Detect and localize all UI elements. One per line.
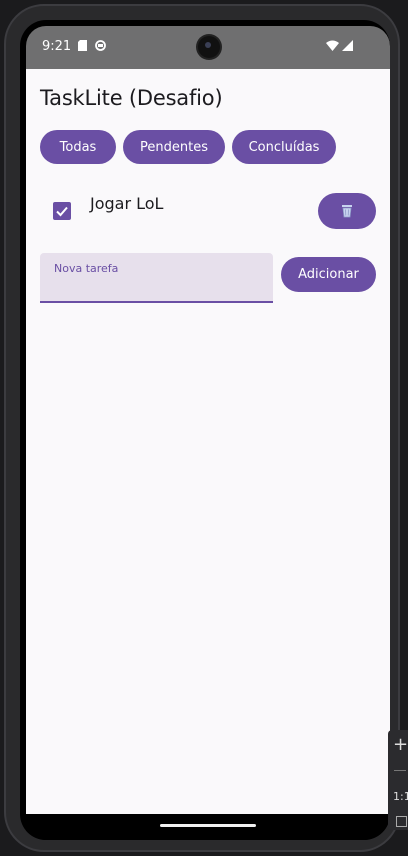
wifi-icon bbox=[326, 40, 339, 51]
check-icon bbox=[56, 206, 68, 217]
new-task-label: Nova tarefa bbox=[54, 262, 119, 275]
delete-task-button[interactable] bbox=[318, 193, 376, 229]
new-task-field[interactable]: Nova tarefa bbox=[40, 253, 273, 303]
sd-card-icon bbox=[78, 40, 87, 51]
task-row: Jogar LoL bbox=[40, 189, 376, 239]
filter-pending-button[interactable]: Pendentes bbox=[123, 130, 225, 164]
circle-status-icon bbox=[95, 40, 106, 51]
front-camera bbox=[198, 36, 220, 58]
app-screen: TaskLite (Desafio) Todas Pendentes Concl… bbox=[26, 69, 390, 814]
task-title: Jogar LoL bbox=[90, 194, 164, 213]
phone-bezel: 9:21 TaskLite (Desafio) Todas Pendentes … bbox=[20, 20, 390, 840]
fit-screen-icon[interactable] bbox=[396, 816, 407, 827]
add-task-button[interactable]: Adicionar bbox=[281, 257, 376, 292]
filter-all-button[interactable]: Todas bbox=[40, 130, 116, 164]
new-task-input[interactable] bbox=[54, 277, 258, 299]
emulator-toolbar: + 1:1 bbox=[388, 730, 408, 830]
navigation-bar bbox=[26, 814, 390, 840]
actual-size-button[interactable]: 1:1 bbox=[393, 790, 408, 803]
filter-done-button[interactable]: Concluídas bbox=[232, 130, 336, 164]
trash-icon bbox=[342, 205, 352, 218]
phone-frame: 9:21 TaskLite (Desafio) Todas Pendentes … bbox=[4, 4, 400, 852]
task-checkbox[interactable] bbox=[53, 202, 71, 220]
app-title: TaskLite (Desafio) bbox=[40, 86, 223, 110]
status-bar: 9:21 bbox=[26, 26, 390, 69]
toolbar-divider bbox=[394, 770, 406, 771]
signal-icon bbox=[342, 40, 353, 51]
zoom-in-button[interactable]: + bbox=[393, 734, 408, 755]
status-time: 9:21 bbox=[42, 39, 72, 54]
home-gesture-handle[interactable] bbox=[160, 824, 256, 827]
